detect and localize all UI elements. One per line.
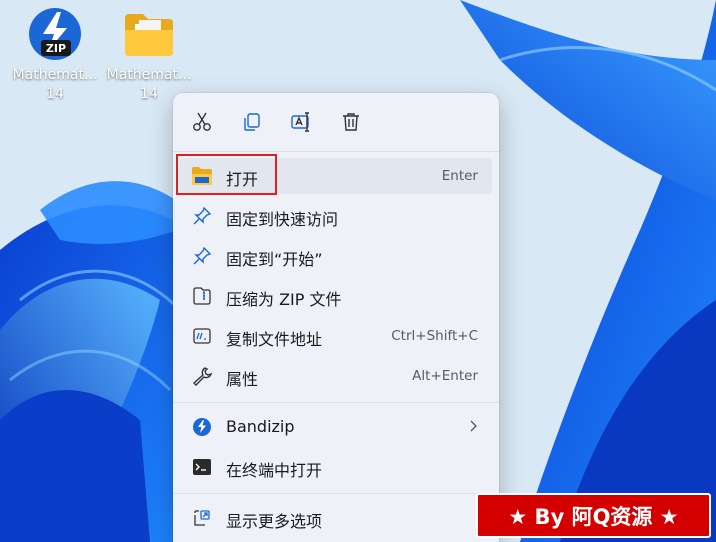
bandizip-icon [191,416,213,438]
folder-icon [121,6,177,62]
menu-separator [173,402,499,403]
menu-item-properties[interactable]: 属性 Alt+Enter [179,358,492,394]
cut-button[interactable] [185,105,219,139]
open-highlight-box [176,154,277,195]
menu-item-shortcut: Alt+Enter [412,368,478,384]
menu-item-label: Bandizip [226,417,295,436]
menu-item-shortcut: Ctrl+Shift+C [391,328,478,344]
copy-icon [244,113,260,131]
pin-icon [191,205,213,227]
menu-item-compress-zip[interactable]: 压缩为 ZIP 文件 [179,278,492,314]
menu-item-pin-quick-access[interactable]: 固定到快速访问 [179,198,492,234]
menu-item-label: 复制文件地址 [226,330,323,349]
rename-button[interactable] [284,105,318,139]
copy-path-icon [191,325,213,347]
menu-item-shortcut: Enter [441,168,478,184]
menu-item-pin-start[interactable]: 固定到“开始” [179,238,492,274]
pin-icon [191,245,213,267]
menu-separator [173,151,499,152]
terminal-icon [191,456,213,478]
menu-item-copy-path[interactable]: 复制文件地址 Ctrl+Shift+C [179,318,492,354]
menu-separator [173,493,499,494]
watermark-banner: ★ By 阿Q资源 ★ [476,493,711,538]
menu-item-open-terminal[interactable]: 在终端中打开 [179,449,492,485]
chevron-right-icon [468,418,478,438]
zip-archive-icon: ZIP [27,6,83,62]
zip-compress-icon [191,285,213,307]
delete-icon [343,113,359,131]
desktop-icon-label: Mathemat... [106,67,192,83]
menu-item-bandizip[interactable]: Bandizip [179,409,492,445]
desktop-icon-folder[interactable]: Mathemat... 14 [101,0,197,104]
menu-item-label: 在终端中打开 [226,461,323,480]
rename-icon [291,112,309,132]
more-options-icon [191,507,213,529]
menu-item-label: 压缩为 ZIP 文件 [226,290,342,309]
menu-item-label: 属性 [226,370,259,389]
menu-item-label: 固定到“开始” [226,250,323,269]
cut-icon [193,112,211,131]
menu-item-more-options[interactable]: 显示更多选项 [179,500,492,536]
delete-button[interactable] [334,105,368,139]
menu-item-label: 固定到快速访问 [226,210,339,229]
desktop-icon-zip[interactable]: ZIP Mathemat... 14 [7,0,103,104]
desktop-icon-label-line2: 14 [46,86,64,102]
menu-item-label: 显示更多选项 [226,512,323,531]
desktop-icon-label: Mathemat... [12,67,98,83]
svg-text:ZIP: ZIP [46,42,66,55]
copy-button[interactable] [235,105,269,139]
wrench-icon [191,365,213,387]
context-menu-toolbar [173,93,499,151]
